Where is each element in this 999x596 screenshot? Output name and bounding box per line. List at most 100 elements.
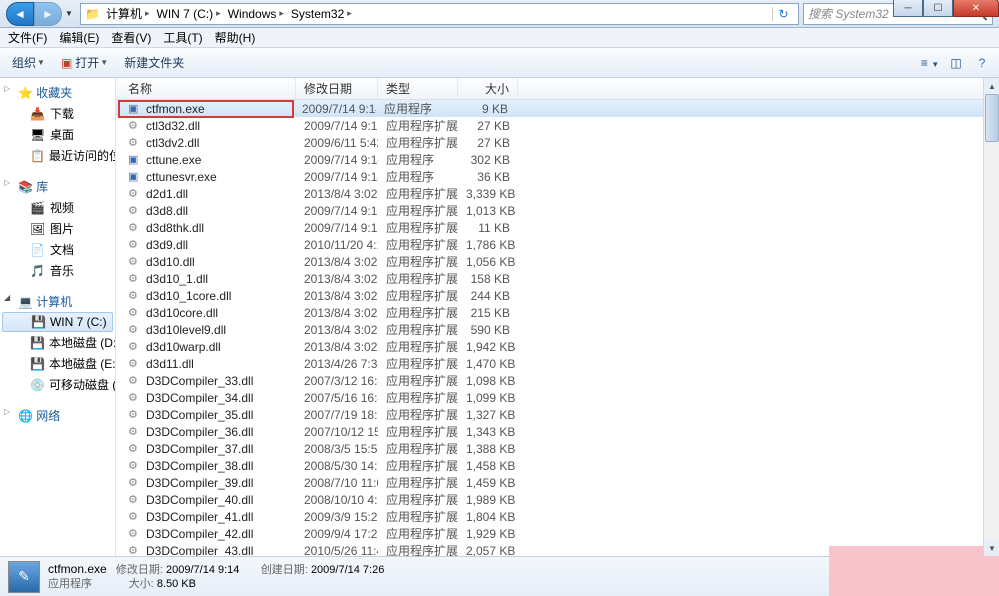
help-button[interactable]: ? (971, 56, 993, 70)
nav-history-dropdown[interactable]: ▼ (62, 4, 76, 24)
menu-tools[interactable]: 工具(T) (157, 27, 208, 48)
file-row[interactable]: ⚙d3d8thk.dll2009/7/14 9:15应用程序扩展11 KB (116, 219, 999, 236)
file-row[interactable]: ⚙d3d10_1core.dll2013/8/4 3:02应用程序扩展244 K… (116, 287, 999, 304)
file-icon: ⚙ (128, 493, 142, 506)
titlebar: ◄ ► ▼ 📁 计算机▸ WIN 7 (C:)▸ Windows▸ System… (0, 0, 999, 28)
breadcrumb-drive[interactable]: WIN 7 (C:)▸ (155, 7, 226, 21)
file-row[interactable]: ⚙D3DCompiler_35.dll2007/7/19 18:14应用程序扩展… (116, 406, 999, 423)
file-size: 1,099 KB (458, 391, 518, 405)
maximize-button[interactable]: ☐ (923, 0, 953, 17)
file-row[interactable]: ▣ctfmon.exe2009/7/14 9:14应用程序9 KB (116, 100, 999, 117)
scroll-up-button[interactable]: ▲ (984, 78, 999, 94)
file-row[interactable]: ⚙ctl3dv2.dll2009/6/11 5:42应用程序扩展27 KB (116, 134, 999, 151)
file-name: d3d9.dll (146, 238, 188, 252)
menu-help[interactable]: 帮助(H) (209, 27, 262, 48)
col-header-type[interactable]: 类型 (378, 78, 458, 99)
file-row[interactable]: ▣cttunesvr.exe2009/7/14 9:14应用程序36 KB (116, 168, 999, 185)
nav-downloads[interactable]: 📥下载 (0, 103, 115, 124)
scroll-thumb[interactable] (985, 94, 999, 142)
nav-desktop[interactable]: 🖥桌面 (0, 124, 115, 145)
file-row[interactable]: ⚙d3d11.dll2013/4/26 7:30应用程序扩展1,470 KB (116, 355, 999, 372)
vertical-scrollbar[interactable]: ▲ ▼ (983, 78, 999, 556)
file-type: 应用程序扩展 (378, 321, 458, 338)
nav-drive-f[interactable]: 💿可移动磁盘 (F:) (0, 374, 115, 395)
file-icon: ⚙ (128, 255, 142, 268)
nav-drive-d[interactable]: 💾本地磁盘 (D:) (0, 332, 115, 353)
file-date: 2009/3/9 15:27 (296, 510, 378, 524)
nav-libraries-header[interactable]: 📚 库 (0, 176, 115, 197)
menu-file[interactable]: 文件(F) (2, 27, 53, 48)
file-icon: ⚙ (128, 289, 142, 302)
toolbar: 组织 ▼ ▣ 打开 ▼ 新建文件夹 ≡ ▼ ◫ ? (0, 48, 999, 78)
refresh-button[interactable]: ↻ (772, 7, 794, 21)
menu-view[interactable]: 查看(V) (105, 27, 157, 48)
file-row[interactable]: ⚙D3DCompiler_33.dll2007/3/12 16:42应用程序扩展… (116, 372, 999, 389)
file-row[interactable]: ⚙ctl3d32.dll2009/7/14 9:15应用程序扩展27 KB (116, 117, 999, 134)
file-list[interactable]: ▣ctfmon.exe2009/7/14 9:14应用程序9 KB⚙ctl3d3… (116, 100, 999, 556)
nav-documents[interactable]: 📄文档 (0, 239, 115, 260)
new-folder-button[interactable]: 新建文件夹 (118, 51, 190, 74)
file-date: 2008/5/30 14:11 (296, 459, 378, 473)
breadcrumb-windows[interactable]: Windows▸ (226, 7, 289, 21)
breadcrumb-computer[interactable]: 计算机▸ (104, 5, 155, 22)
breadcrumb-system32[interactable]: System32▸ (289, 7, 357, 21)
file-row[interactable]: ⚙D3DCompiler_40.dll2008/10/10 4:52应用程序扩展… (116, 491, 999, 508)
col-header-date[interactable]: 修改日期 (296, 78, 378, 99)
nav-forward-button[interactable]: ► (34, 2, 62, 26)
close-button[interactable]: ✕ (953, 0, 999, 17)
file-type: 应用程序扩展 (378, 117, 458, 134)
file-type: 应用程序扩展 (378, 474, 458, 491)
menubar: 文件(F) 编辑(E) 查看(V) 工具(T) 帮助(H) (0, 28, 999, 48)
nav-pictures[interactable]: 🖼图片 (0, 218, 115, 239)
file-row[interactable]: ⚙d3d10level9.dll2013/8/4 3:02应用程序扩展590 K… (116, 321, 999, 338)
file-row[interactable]: ⚙D3DCompiler_37.dll2008/3/5 15:56应用程序扩展1… (116, 440, 999, 457)
file-row[interactable]: ⚙D3DCompiler_36.dll2007/10/12 15:14应用程序扩… (116, 423, 999, 440)
file-row[interactable]: ⚙D3DCompiler_42.dll2009/9/4 17:29应用程序扩展1… (116, 525, 999, 542)
nav-favorites-header[interactable]: ⭐ 收藏夹 (0, 82, 115, 103)
file-icon: ⚙ (128, 272, 142, 285)
nav-videos[interactable]: 🎬视频 (0, 197, 115, 218)
nav-computer-header[interactable]: 💻 计算机 (0, 291, 115, 312)
organize-button[interactable]: 组织 ▼ (6, 51, 51, 74)
file-row[interactable]: ⚙d3d8.dll2009/7/14 9:15应用程序扩展1,013 KB (116, 202, 999, 219)
file-row[interactable]: ⚙d3d10core.dll2013/8/4 3:02应用程序扩展215 KB (116, 304, 999, 321)
file-icon: ⚙ (128, 306, 142, 319)
file-row[interactable]: ⚙d2d1.dll2013/8/4 3:02应用程序扩展3,339 KB (116, 185, 999, 202)
file-date: 2008/10/10 4:52 (296, 493, 378, 507)
file-row[interactable]: ▣cttune.exe2009/7/14 9:14应用程序302 KB (116, 151, 999, 168)
file-row[interactable]: ⚙d3d10.dll2013/8/4 3:02应用程序扩展1,056 KB (116, 253, 999, 270)
file-date: 2008/3/5 15:56 (296, 442, 378, 456)
address-bar[interactable]: 📁 计算机▸ WIN 7 (C:)▸ Windows▸ System32▸ ↻ (80, 3, 799, 25)
scroll-down-button[interactable]: ▼ (984, 540, 999, 556)
file-row[interactable]: ⚙D3DCompiler_39.dll2008/7/10 11:00应用程序扩展… (116, 474, 999, 491)
file-name: d3d10level9.dll (146, 323, 226, 337)
file-size: 1,989 KB (458, 493, 518, 507)
file-row[interactable]: ⚙D3DCompiler_41.dll2009/3/9 15:27应用程序扩展1… (116, 508, 999, 525)
file-row[interactable]: ⚙d3d9.dll2010/11/20 4:18应用程序扩展1,786 KB (116, 236, 999, 253)
open-button[interactable]: ▣ 打开 ▼ (55, 51, 114, 74)
nav-back-button[interactable]: ◄ (6, 2, 34, 26)
file-row[interactable]: ⚙d3d10warp.dll2013/8/4 3:02应用程序扩展1,942 K… (116, 338, 999, 355)
file-size: 1,804 KB (458, 510, 518, 524)
file-size: 158 KB (458, 272, 518, 286)
col-header-name[interactable]: 名称 (116, 78, 296, 99)
file-size: 9 KB (456, 102, 516, 116)
nav-drive-e[interactable]: 💾本地磁盘 (E:) (0, 353, 115, 374)
nav-network-header[interactable]: 🌐 网络 (0, 405, 115, 426)
nav-recent[interactable]: 📋最近访问的位置 (0, 145, 115, 166)
file-row[interactable]: ⚙D3DCompiler_38.dll2008/5/30 14:11应用程序扩展… (116, 457, 999, 474)
file-date: 2009/7/14 9:14 (296, 170, 378, 184)
file-row[interactable]: ⚙D3DCompiler_34.dll2007/5/16 16:45应用程序扩展… (116, 389, 999, 406)
preview-pane-button[interactable]: ◫ (945, 56, 967, 70)
menu-edit[interactable]: 编辑(E) (53, 27, 105, 48)
file-date: 2007/10/12 15:14 (296, 425, 378, 439)
view-mode-button[interactable]: ≡ ▼ (919, 56, 941, 70)
file-row[interactable]: ⚙d3d10_1.dll2013/8/4 3:02应用程序扩展158 KB (116, 270, 999, 287)
file-name: D3DCompiler_35.dll (146, 408, 253, 422)
file-name: d3d11.dll (146, 357, 194, 371)
col-header-size[interactable]: 大小 (458, 78, 518, 99)
nav-music[interactable]: 🎵音乐 (0, 260, 115, 281)
nav-drive-c[interactable]: 💾WIN 7 (C:) (2, 312, 113, 332)
file-date: 2013/8/4 3:02 (296, 289, 378, 303)
minimize-button[interactable]: ─ (893, 0, 923, 17)
